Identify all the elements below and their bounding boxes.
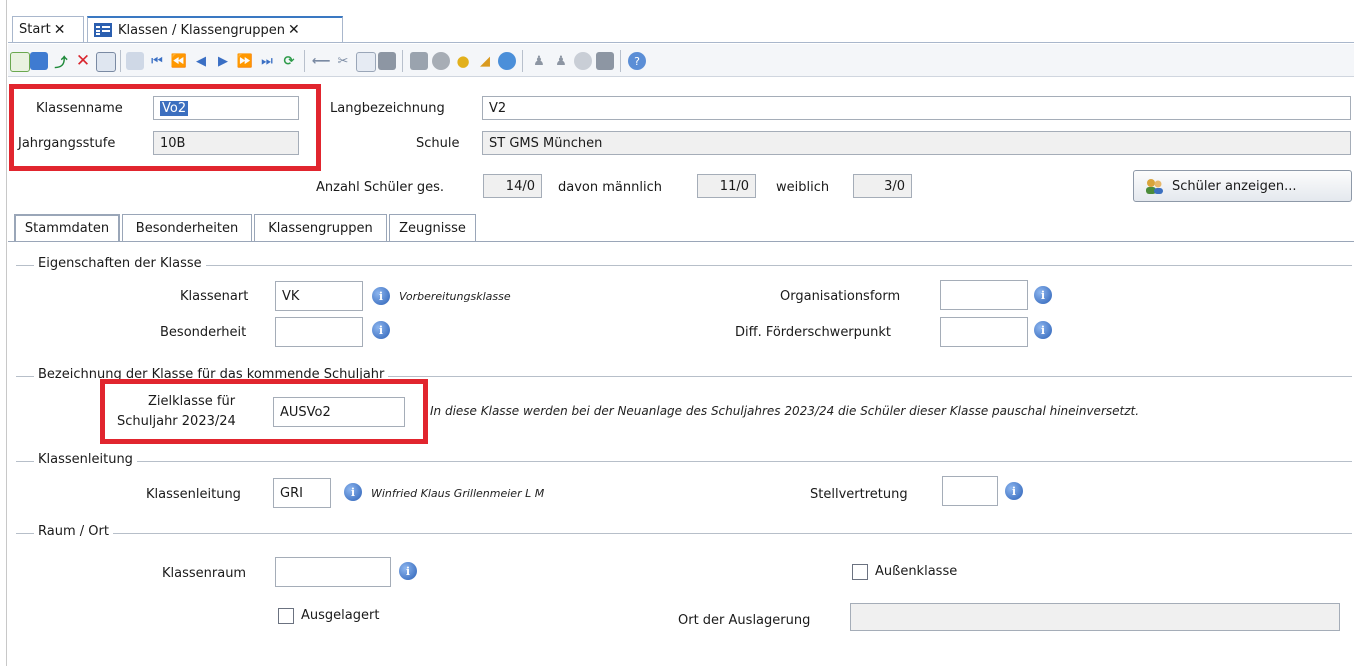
langbezeichnung-input[interactable]: V2 <box>482 96 1351 120</box>
users-icon <box>1144 177 1164 195</box>
eigenschaften-title: Eigenschaften der Klasse <box>34 256 206 271</box>
klassenraum-label: Klassenraum <box>162 566 247 581</box>
lightbulb-icon[interactable]: ● <box>454 52 472 70</box>
undo-icon[interactable]: ⤴ <box>52 52 70 71</box>
foerderschwerpunkt-label: Diff. Förderschwerpunkt <box>735 325 892 340</box>
info-icon[interactable]: i <box>1034 321 1052 339</box>
separator <box>620 50 621 72</box>
user-group-icon[interactable]: ♟ <box>530 52 548 70</box>
klassenraum-input[interactable] <box>275 557 391 587</box>
separator <box>120 50 121 72</box>
highlight-box-header <box>9 84 321 171</box>
info-icon[interactable]: i <box>1005 482 1023 500</box>
list-icon[interactable] <box>96 52 116 72</box>
cut-icon[interactable]: ✂ <box>334 52 352 70</box>
weiblich-label: weiblich <box>776 180 830 195</box>
ausgelagert-checkbox[interactable] <box>278 608 294 624</box>
last-icon[interactable]: ⏭ <box>258 52 276 70</box>
schule-label: Schule <box>416 136 460 151</box>
ort-auslagerung-label: Ort der Auslagerung <box>678 613 811 628</box>
klassenart-label: Klassenart <box>180 289 249 304</box>
stellvertretung-input[interactable] <box>942 476 998 506</box>
tab-divider <box>8 42 1354 43</box>
foerderschwerpunkt-input[interactable] <box>940 317 1028 347</box>
save-icon[interactable] <box>30 52 48 70</box>
anzahl-label: Anzahl Schüler ges. <box>316 180 445 195</box>
weiblich-field: 3/0 <box>853 174 912 198</box>
info-icon[interactable]: i <box>372 287 390 305</box>
anzahl-field: 14/0 <box>483 174 542 198</box>
first-icon[interactable]: ⏮ <box>148 52 166 70</box>
print-icon[interactable] <box>410 52 428 70</box>
klassenleitung-title: Klassenleitung <box>34 452 137 467</box>
info-icon[interactable]: i <box>344 483 362 501</box>
toolbar: ⤴ ✕ ⏮ ⏪ ◀ ▶ ⏩ ⏭ ⟳ ⟵ ✂ ● ◢ ♟ ♟ ? <box>8 44 1354 77</box>
separator <box>522 50 523 72</box>
close-icon[interactable]: ✕ <box>54 22 66 38</box>
subtab-divider <box>8 241 1354 242</box>
badge-icon[interactable] <box>574 52 592 70</box>
klassenleitung-name: Winfried Klaus Grillenmeier L M <box>371 487 545 500</box>
aussenklasse-label: Außenklasse <box>875 564 958 579</box>
maennlich-field: 11/0 <box>697 174 756 198</box>
clock-icon[interactable] <box>498 52 516 70</box>
group-line <box>16 533 1352 534</box>
zielklasse-note: In diese Klasse werden bei der Neuanlage… <box>430 404 1140 418</box>
paste-icon[interactable] <box>378 52 396 70</box>
help-icon[interactable]: ? <box>628 52 646 70</box>
fast-forward-icon[interactable]: ⏩ <box>236 52 254 70</box>
tab-klassen-label: Klassen / Klassengruppen <box>118 22 285 38</box>
tab-start-label: Start <box>19 22 51 37</box>
close-icon[interactable]: ✕ <box>288 22 300 38</box>
separator <box>402 50 403 72</box>
ausgelagert-label: Ausgelagert <box>301 608 380 623</box>
user-group-2-icon[interactable]: ♟ <box>552 52 570 70</box>
prev-icon[interactable]: ◀ <box>192 52 210 70</box>
info-icon[interactable]: i <box>399 562 417 580</box>
klassenart-input[interactable]: VK <box>275 281 363 311</box>
tab-klassengruppen[interactable]: Klassengruppen <box>254 214 387 241</box>
back-arrow-icon[interactable]: ⟵ <box>312 52 331 70</box>
table-icon <box>94 23 112 37</box>
langbezeichnung-label: Langbezeichnung <box>330 101 445 116</box>
organisationsform-label: Organisationsform <box>780 289 901 304</box>
klassenart-description: Vorbereitungsklasse <box>399 290 511 303</box>
info-icon[interactable]: i <box>372 321 390 339</box>
stellvertretung-label: Stellvertretung <box>810 487 908 502</box>
schule-field[interactable]: ST GMS München <box>482 131 1351 155</box>
next-icon[interactable]: ▶ <box>214 52 232 70</box>
ort-auslagerung-input[interactable] <box>850 603 1340 631</box>
organisationsform-input[interactable] <box>940 280 1028 310</box>
tab-zeugnisse[interactable]: Zeugnisse <box>389 214 476 241</box>
besonderheit-input[interactable] <box>275 317 363 347</box>
tab-besonderheiten[interactable]: Besonderheiten <box>122 214 252 241</box>
besonderheit-label: Besonderheit <box>160 325 247 340</box>
klassenleitung-label: Klassenleitung <box>146 487 241 502</box>
tab-stammdaten[interactable]: Stammdaten <box>14 214 120 241</box>
left-frame <box>0 0 7 666</box>
grid-icon[interactable] <box>126 52 144 70</box>
klassenleitung-input[interactable]: GRI <box>273 478 331 508</box>
highlight-box-zielklasse <box>100 379 428 444</box>
tab-start[interactable]: Start ✕ <box>12 16 84 42</box>
fast-back-icon[interactable]: ⏪ <box>170 52 188 70</box>
group-line <box>16 265 1352 266</box>
copy-icon[interactable] <box>356 52 376 72</box>
cloud-icon[interactable] <box>432 52 450 70</box>
aussenklasse-checkbox[interactable] <box>852 564 868 580</box>
refresh-icon[interactable]: ⟳ <box>280 52 298 70</box>
maennlich-label: davon männlich <box>558 180 662 195</box>
raum-title: Raum / Ort <box>34 524 113 539</box>
tab-klassen[interactable]: Klassen / Klassengruppen ✕ <box>87 16 343 42</box>
new-icon[interactable] <box>10 52 30 72</box>
broom-icon[interactable]: ◢ <box>476 52 494 70</box>
schueler-anzeigen-label: Schüler anzeigen... <box>1172 178 1297 194</box>
book-icon[interactable] <box>596 52 614 70</box>
separator <box>304 50 305 72</box>
delete-icon[interactable]: ✕ <box>74 51 92 71</box>
info-icon[interactable]: i <box>1034 286 1052 304</box>
group-line <box>16 461 1352 462</box>
schueler-anzeigen-button[interactable]: Schüler anzeigen... <box>1133 170 1352 202</box>
